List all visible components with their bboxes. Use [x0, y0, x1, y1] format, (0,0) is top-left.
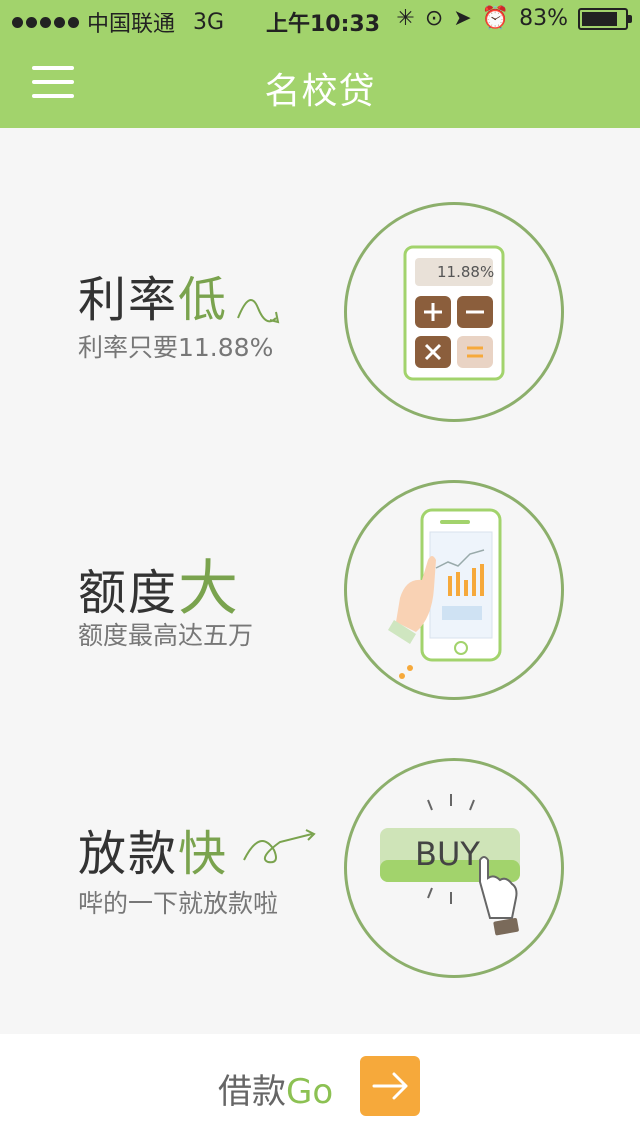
feature-subtitle: 哔的一下就放款啦: [78, 889, 279, 918]
rotation-lock-icon: ⊙: [424, 6, 444, 31]
signal-strength-icon: [12, 16, 79, 28]
borrow-go-text: Go: [286, 1072, 334, 1112]
borrow-go-button[interactable]: [360, 1056, 420, 1116]
status-bar: 中国联通 3G 上午10:33 ✳ ⊙ ➤ ⏰ 83%: [0, 0, 640, 40]
swirl-arrow-icon: [243, 829, 316, 864]
battery-icon: [578, 7, 632, 30]
status-time: 上午10:33: [266, 12, 381, 37]
buy-label: BUY: [415, 835, 480, 873]
down-arrow-squiggle-icon: [237, 299, 280, 324]
feature-title: 利率低: [78, 260, 228, 330]
feature-title-text: 额度: [78, 565, 179, 621]
feature-title: 额度大: [78, 540, 240, 627]
network-label: 3G: [193, 9, 225, 35]
navbar: 名校贷: [0, 40, 640, 128]
buy-button-icon: BUY: [344, 758, 564, 978]
feature-title: 放款快: [78, 814, 228, 884]
feature-subtitle: 额度最高达五万: [78, 621, 254, 650]
bottom-bar: 借款Go: [0, 1034, 640, 1136]
calculator-icon: 11.88%: [344, 202, 564, 422]
borrow-label-text: 借款: [218, 1072, 286, 1112]
battery-percent: 83%: [519, 6, 568, 31]
page-title: 名校贷: [264, 71, 376, 112]
phone-chart-icon: [344, 480, 564, 700]
feature-title-highlight: 快: [178, 826, 229, 882]
status-left: 中国联通 3G: [12, 6, 224, 38]
status-right: ✳ ⊙ ➤ ⏰ 83%: [396, 6, 632, 31]
carrier-label: 中国联通: [87, 12, 176, 37]
feature-title-highlight: 低: [178, 272, 229, 328]
battery-fill: [582, 11, 617, 26]
feature-fast-loan: 放款快 哔的一下就放款啦 BUY: [0, 756, 640, 978]
calculator-display: 11.88%: [437, 263, 495, 281]
feature-subtitle: 利率只要11.88%: [78, 333, 274, 362]
feature-title-text: 利率: [78, 272, 179, 328]
location-arrow-icon: ➤: [453, 6, 472, 31]
borrow-label[interactable]: 借款Go: [218, 1064, 333, 1113]
alarm-icon: ⏰: [481, 6, 510, 31]
feature-low-rate: 利率低 利率只要11.88% 11.88%: [0, 200, 640, 422]
feature-title-highlight: 大: [178, 554, 241, 624]
feature-high-limit: 额度大 额度最高达五万: [0, 478, 640, 700]
feature-title-text: 放款: [78, 826, 179, 882]
arrow-right-icon: [372, 1072, 408, 1100]
loading-icon: ✳: [396, 6, 415, 31]
